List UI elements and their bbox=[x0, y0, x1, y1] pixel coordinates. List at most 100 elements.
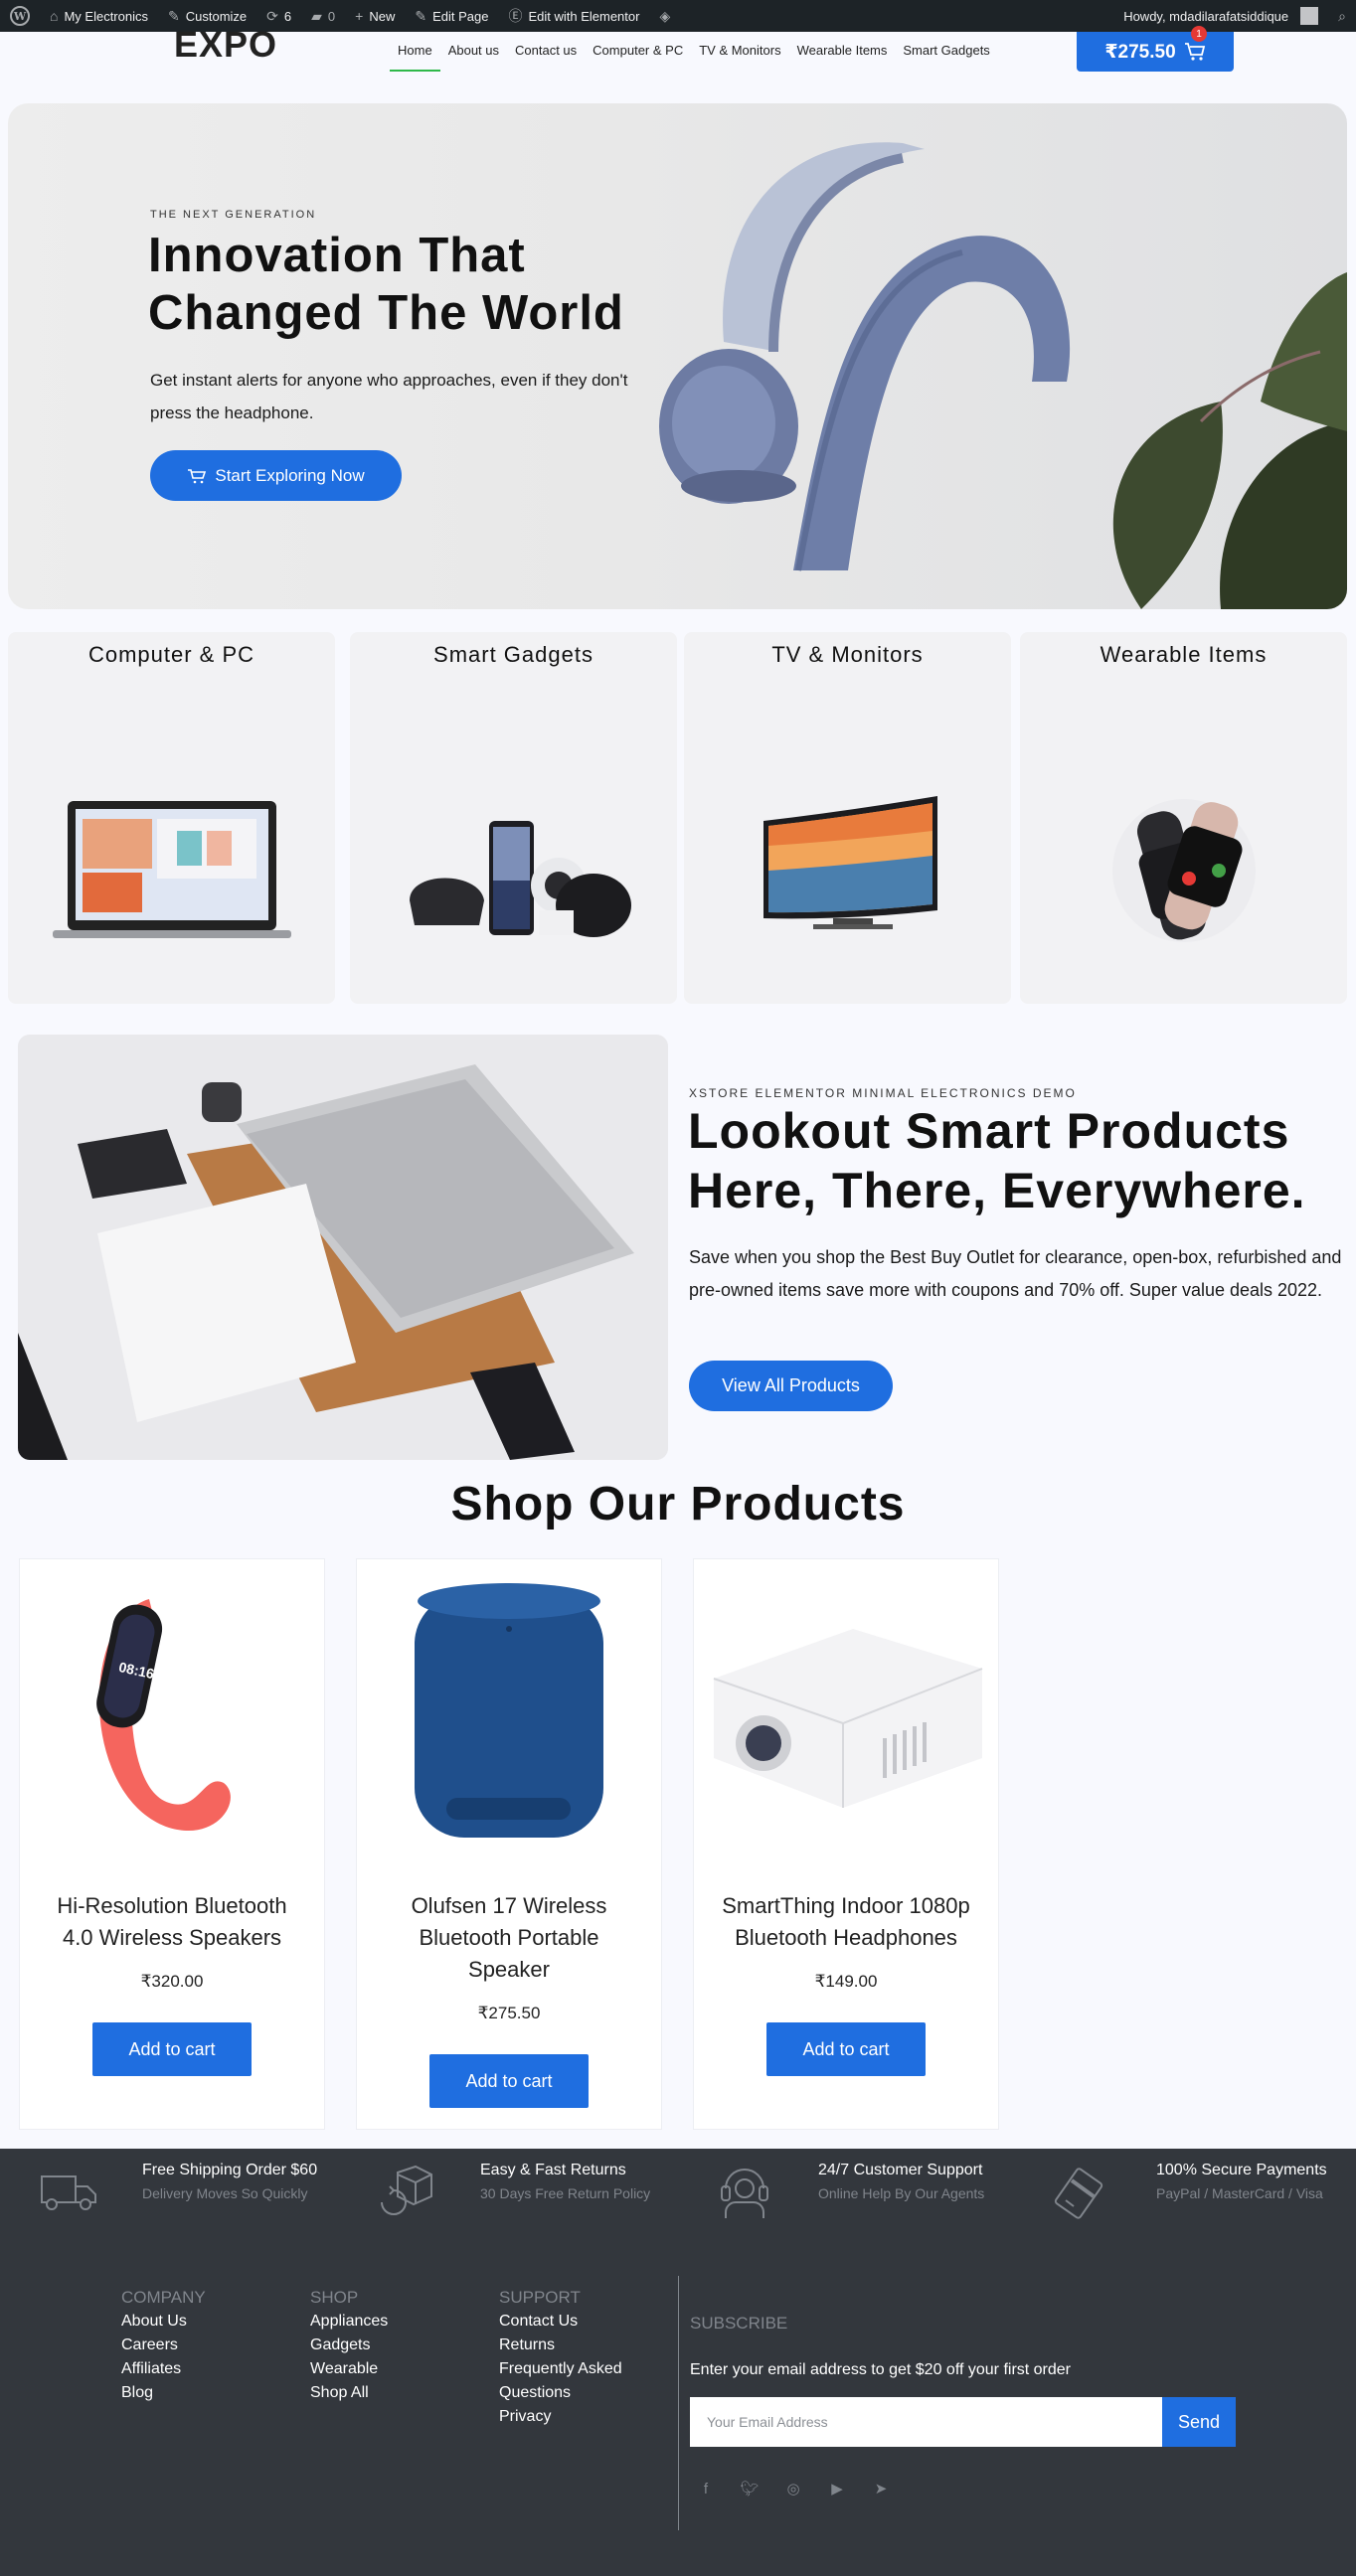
tv-image bbox=[763, 796, 937, 929]
add-to-cart-button[interactable]: Add to cart bbox=[766, 2022, 926, 2076]
nav-tv-monitors[interactable]: TV & Monitors bbox=[691, 36, 788, 66]
cart-icon bbox=[1184, 43, 1205, 61]
laptop-image bbox=[53, 801, 291, 938]
start-exploring-button[interactable]: Start Exploring Now bbox=[150, 450, 402, 501]
category-title: TV & Monitors bbox=[771, 642, 924, 667]
nav-wearable[interactable]: Wearable Items bbox=[789, 36, 896, 66]
category-card-computer[interactable]: Computer & PC bbox=[8, 632, 335, 1004]
cart-total: ₹275.50 bbox=[1104, 41, 1176, 63]
send-button[interactable]: Send bbox=[1162, 2397, 1236, 2447]
footer-link-contact[interactable]: Contact Us bbox=[499, 2310, 622, 2334]
return-box-icon bbox=[381, 2165, 432, 2215]
product-name[interactable]: SmartThing Indoor 1080p Bluetooth Headph… bbox=[714, 1890, 978, 1954]
footer-link-faq-cont[interactable]: Questions bbox=[499, 2381, 622, 2405]
category-title: Smart Gadgets bbox=[433, 642, 593, 667]
comments-link[interactable]: ▰ 0 bbox=[301, 0, 345, 32]
footer-col-heading: COMPANY bbox=[121, 2288, 206, 2307]
add-to-cart-button[interactable]: Add to cart bbox=[429, 2054, 589, 2108]
footer-link-returns[interactable]: Returns bbox=[499, 2334, 622, 2357]
footer-col-support: SUPPORT Contact Us Returns Frequently As… bbox=[499, 2288, 622, 2429]
footer-link-careers[interactable]: Careers bbox=[121, 2334, 206, 2357]
footer-link-blog[interactable]: Blog bbox=[121, 2381, 206, 2405]
truck-icon bbox=[41, 2175, 96, 2210]
product-price: ₹320.00 bbox=[140, 1972, 204, 1991]
footer-link-privacy[interactable]: Privacy bbox=[499, 2405, 622, 2429]
nav-smart-gadgets[interactable]: Smart Gadgets bbox=[895, 36, 997, 66]
nav-computer-pc[interactable]: Computer & PC bbox=[585, 36, 691, 66]
email-field[interactable]: Your Email Address bbox=[690, 2397, 1162, 2447]
laptop-desk-photo bbox=[18, 1035, 668, 1460]
promo-text: Save when you shop the Best Buy Outlet f… bbox=[689, 1247, 1342, 1300]
customize-label: Customize bbox=[185, 8, 248, 24]
category-card-wearable[interactable]: Wearable Items bbox=[1020, 632, 1347, 1004]
footer-link-faq[interactable]: Frequently Asked bbox=[499, 2357, 622, 2381]
admin-search[interactable]: ⌕ bbox=[1328, 0, 1356, 32]
footer-col-heading: SUPPORT bbox=[499, 2288, 581, 2307]
promo-title: Lookout Smart Products Here, There, Ever… bbox=[688, 1103, 1306, 1218]
elementor-icon: Ⓔ bbox=[508, 8, 523, 24]
twitter-icon[interactable]: 🐦︎ bbox=[740, 2479, 760, 2498]
wordpress-icon: W bbox=[10, 6, 30, 26]
telegram-icon[interactable]: ➤ bbox=[871, 2479, 891, 2498]
new-content-link[interactable]: + New bbox=[345, 0, 405, 32]
product-card: 08:16 Hi-Resolution Bluetooth 4.0 Wirele… bbox=[19, 1558, 325, 2130]
site-logo[interactable]: EXPO bbox=[174, 24, 277, 66]
feature-title: 100% Secure Payments bbox=[1156, 2162, 1327, 2178]
main-nav: Home About us Contact us Computer & PC T… bbox=[390, 36, 998, 72]
subscribe-heading: SUBSCRIBE bbox=[690, 2314, 788, 2333]
site-name-link[interactable]: ⌂ My Electronics bbox=[40, 0, 158, 32]
site-footer: Free Shipping Order $60 Delivery Moves S… bbox=[0, 2149, 1356, 2576]
xstore-link[interactable]: ◈ bbox=[649, 0, 680, 32]
hero-banner: THE NEXT GENERATION Innovation That Chan… bbox=[8, 103, 1347, 609]
refresh-icon: ⟳ bbox=[266, 8, 278, 24]
feature-subtitle: PayPal / MasterCard / Visa bbox=[1156, 2185, 1323, 2201]
product-card: SmartThing Indoor 1080p Bluetooth Headph… bbox=[693, 1558, 999, 2130]
headset-icon bbox=[721, 2169, 768, 2218]
nav-home[interactable]: Home bbox=[390, 36, 440, 72]
feature-title: Easy & Fast Returns bbox=[480, 2162, 626, 2178]
instagram-icon[interactable]: ◎ bbox=[783, 2479, 803, 2498]
plus-icon: + bbox=[355, 8, 364, 24]
bluetooth-speaker-image[interactable] bbox=[357, 1559, 661, 1864]
nav-about[interactable]: About us bbox=[440, 36, 507, 66]
product-name[interactable]: Hi-Resolution Bluetooth 4.0 Wireless Spe… bbox=[40, 1890, 304, 1954]
hero-eyebrow: THE NEXT GENERATION bbox=[150, 209, 317, 221]
cart-button[interactable]: ₹275.50 1 bbox=[1077, 26, 1234, 72]
category-title: Computer & PC bbox=[87, 642, 255, 667]
footer-link-appliances[interactable]: Appliances bbox=[310, 2310, 388, 2334]
dashboard-icon: ⌂ bbox=[50, 8, 59, 24]
footer-link-wearable[interactable]: Wearable bbox=[310, 2357, 388, 2381]
youtube-icon[interactable]: ▶ bbox=[827, 2479, 847, 2498]
new-label: New bbox=[369, 8, 396, 24]
footer-link-gadgets[interactable]: Gadgets bbox=[310, 2334, 388, 2357]
footer-link-affiliates[interactable]: Affiliates bbox=[121, 2357, 206, 2381]
credit-card-icon bbox=[1054, 2168, 1103, 2219]
product-name[interactable]: Olufsen 17 Wireless Bluetooth Portable S… bbox=[377, 1890, 641, 1986]
category-card-tv[interactable]: TV & Monitors bbox=[684, 632, 1011, 1004]
footer-divider bbox=[678, 2276, 679, 2530]
cart-count-badge: 1 bbox=[1191, 26, 1207, 42]
feature-title: Free Shipping Order $60 bbox=[142, 2162, 318, 2178]
edit-page-link[interactable]: ✎ Edit Page bbox=[405, 0, 498, 32]
footer-link-about[interactable]: About Us bbox=[121, 2310, 206, 2334]
edit-elementor-link[interactable]: Ⓔ Edit with Elementor bbox=[498, 0, 649, 32]
view-all-products-button[interactable]: View All Products bbox=[689, 1361, 893, 1411]
add-to-cart-button[interactable]: Add to cart bbox=[92, 2022, 252, 2076]
fitness-band-image[interactable]: 08:16 bbox=[20, 1559, 324, 1864]
updates-count: 6 bbox=[283, 8, 292, 24]
product-price: ₹275.50 bbox=[477, 2004, 541, 2022]
product-card: Olufsen 17 Wireless Bluetooth Portable S… bbox=[356, 1558, 662, 2130]
footer-link-shop-all[interactable]: Shop All bbox=[310, 2381, 388, 2405]
social-links: f 🐦︎ ◎ ▶ ➤ bbox=[696, 2479, 891, 2498]
hero-title: Innovation That Changed The World bbox=[148, 229, 624, 340]
search-icon: ⌕ bbox=[1338, 8, 1346, 24]
facebook-icon[interactable]: f bbox=[696, 2479, 716, 2498]
feature-title: 24/7 Customer Support bbox=[818, 2162, 983, 2178]
account-menu[interactable]: Howdy, mdadilarafatsiddique bbox=[1113, 0, 1328, 32]
wp-logo-menu[interactable]: W bbox=[0, 0, 40, 32]
feature-subtitle: 30 Days Free Return Policy bbox=[480, 2185, 651, 2201]
category-card-gadgets[interactable]: Smart Gadgets bbox=[350, 632, 677, 1004]
promo-eyebrow: XSTORE ELEMENTOR MINIMAL ELECTRONICS DEM… bbox=[689, 1086, 1077, 1100]
projector-image[interactable] bbox=[694, 1559, 998, 1864]
nav-contact[interactable]: Contact us bbox=[507, 36, 585, 66]
